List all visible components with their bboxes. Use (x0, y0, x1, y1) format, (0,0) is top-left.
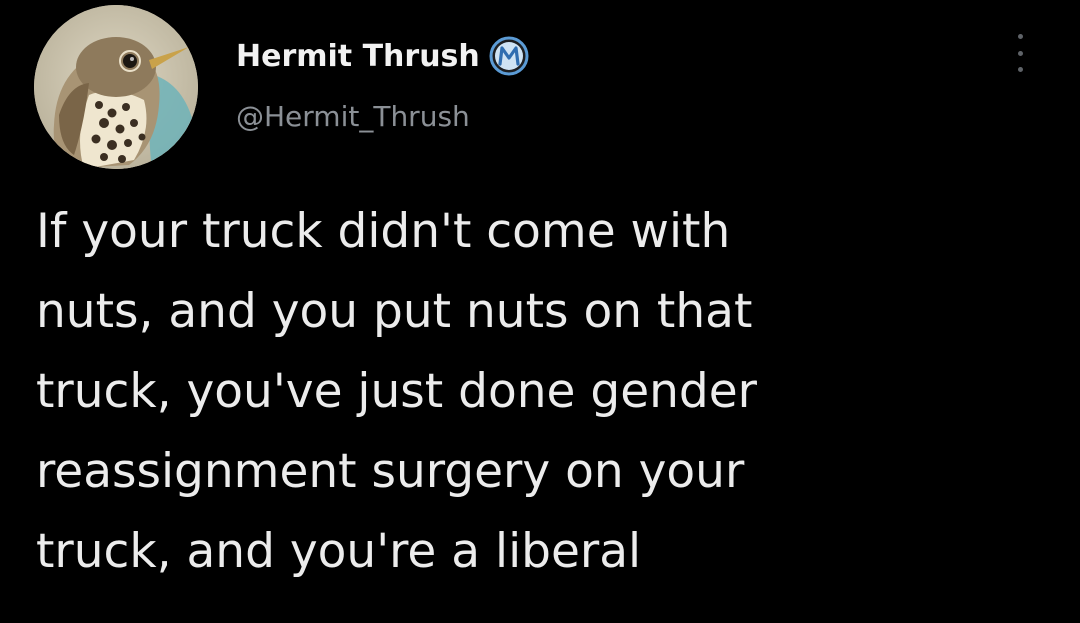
m-circle-badge-icon (489, 36, 529, 76)
tweet-card: Hermit Thrush @Hermit_Thrush If your tru… (0, 0, 1080, 623)
tweet-line: truck, you've just done gender (36, 364, 757, 419)
author-name-row: Hermit Thrush (236, 33, 529, 79)
more-vertical-icon[interactable] (1006, 28, 1034, 78)
bird-avatar-image (34, 5, 198, 169)
more-dot (1017, 34, 1023, 39)
avatar[interactable] (34, 5, 198, 169)
author-handle[interactable]: @Hermit_Thrush (236, 100, 470, 133)
tweet-text: If your truck didn't come with nuts, and… (36, 192, 1056, 592)
more-dot (1017, 67, 1023, 72)
tweet-line: truck, and you're a liberal (36, 524, 642, 579)
author-display-name[interactable]: Hermit Thrush (236, 39, 480, 74)
tweet-line: nuts, and you put nuts on that (36, 284, 753, 339)
tweet-line: If your truck didn't come with (36, 204, 731, 259)
tweet-line: reassignment surgery on your (36, 444, 745, 499)
more-dot (1017, 50, 1023, 56)
